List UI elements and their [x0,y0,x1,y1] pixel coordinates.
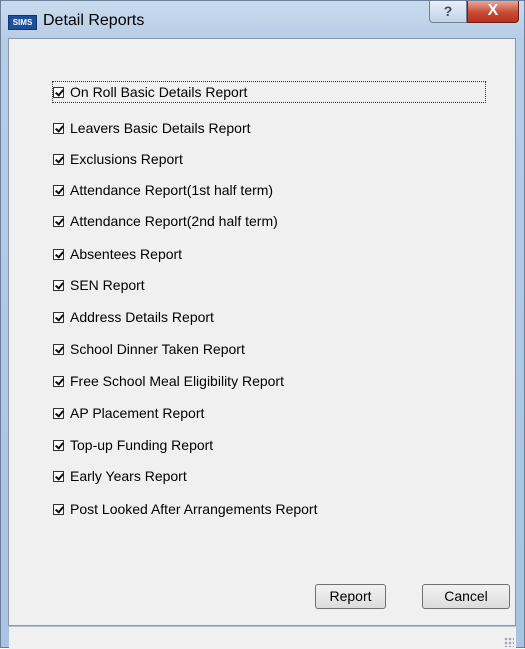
report-label: Post Looked After Arrangements Report [70,501,318,517]
dialog-client-area: On Roll Basic Details Report Leavers Bas… [8,38,516,626]
report-label: Absentees Report [70,246,183,262]
report-checkbox-free-school-meal[interactable]: Free School Meal Eligibility Report [53,371,284,391]
sims-app-icon: SIMS [8,15,37,30]
checkbox-checked-icon[interactable] [53,343,64,355]
report-label: Early Years Report [70,468,187,484]
checkbox-checked-icon[interactable] [53,439,64,451]
report-label: School Dinner Taken Report [70,341,245,357]
checkbox-checked-icon[interactable] [53,122,64,134]
close-button[interactable]: X [467,1,519,23]
report-checkbox-sen[interactable]: SEN Report [53,275,145,295]
report-checkbox-exclusions[interactable]: Exclusions Report [53,149,183,169]
checkbox-checked-icon[interactable] [53,503,64,515]
title-bar[interactable]: SIMS Detail Reports ? X [1,1,524,39]
help-button[interactable]: ? [429,1,467,23]
cancel-button[interactable]: Cancel [422,584,510,609]
report-checkbox-school-dinner[interactable]: School Dinner Taken Report [53,339,245,359]
status-bar [9,626,516,649]
checkbox-checked-icon[interactable] [53,279,64,291]
report-checkbox-post-looked-after[interactable]: Post Looked After Arrangements Report [53,499,317,519]
checkbox-checked-icon[interactable] [53,248,64,260]
report-label: On Roll Basic Details Report [70,84,248,100]
report-label: Leavers Basic Details Report [70,120,251,136]
report-label: SEN Report [70,277,145,293]
checkbox-checked-icon[interactable] [53,407,64,419]
report-label: AP Placement Report [70,405,205,421]
checkbox-checked-icon[interactable] [53,153,64,165]
report-checkbox-attendance-1st[interactable]: Attendance Report(1st half term) [53,180,273,200]
checkbox-checked-icon[interactable] [53,86,64,98]
report-label: Address Details Report [70,309,214,325]
report-checkbox-early-years[interactable]: Early Years Report [53,466,187,486]
report-checkbox-leavers[interactable]: Leavers Basic Details Report [53,118,251,138]
report-checkbox-on-roll[interactable]: On Roll Basic Details Report [52,81,486,103]
checkbox-checked-icon[interactable] [53,311,64,323]
resize-grip-icon[interactable] [504,637,514,647]
report-checkbox-address[interactable]: Address Details Report [53,307,214,327]
report-label: Top-up Funding Report [70,437,214,453]
report-button[interactable]: Report [315,584,386,609]
report-checkbox-attendance-2nd[interactable]: Attendance Report(2nd half term) [53,211,278,231]
report-label: Free School Meal Eligibility Report [70,373,284,389]
checkbox-checked-icon[interactable] [53,470,64,482]
report-label: Attendance Report(2nd half term) [70,213,278,229]
checkbox-checked-icon[interactable] [53,184,64,196]
report-checkbox-absentees[interactable]: Absentees Report [53,244,182,264]
window-title: Detail Reports [43,12,145,29]
checkbox-checked-icon[interactable] [53,215,64,227]
report-checkbox-ap-placement[interactable]: AP Placement Report [53,403,204,423]
report-label: Attendance Report(1st half term) [70,182,274,198]
report-checkbox-top-up-funding[interactable]: Top-up Funding Report [53,435,213,455]
checkbox-checked-icon[interactable] [53,375,64,387]
report-label: Exclusions Report [70,151,183,167]
